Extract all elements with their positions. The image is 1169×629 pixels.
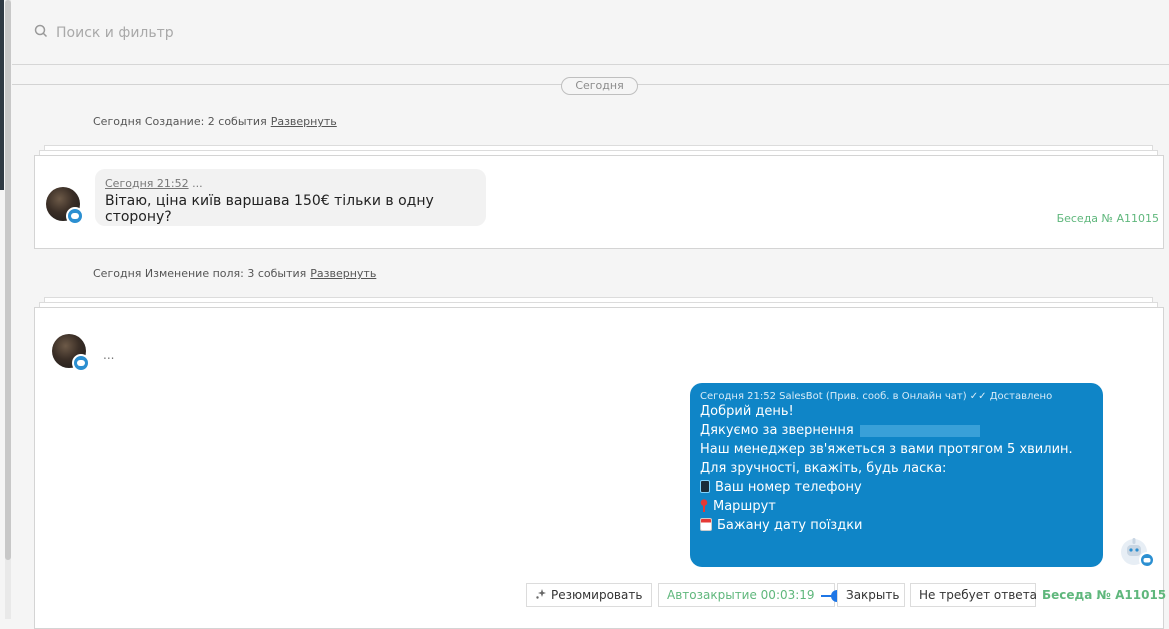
conversation-link[interactable]: Беседа № A11015 bbox=[1057, 212, 1159, 225]
bot-line: Для зручності, вкажіть, будь ласка: bbox=[700, 461, 947, 476]
event-group-text: Сегодня Создание: 2 события bbox=[93, 115, 267, 128]
bot-line-text: Ваш номер телефону bbox=[715, 480, 862, 495]
app-sidebar-edge bbox=[0, 0, 4, 190]
pin-icon bbox=[700, 499, 708, 512]
bot-line: Добрий день! bbox=[700, 404, 794, 419]
message-meta: Сегодня 21:52 ... bbox=[105, 177, 474, 190]
bot-line-text: Маршрут bbox=[713, 499, 776, 514]
close-button[interactable]: Закрыть bbox=[837, 583, 905, 607]
event-group-note: Сегодня Изменение поля: 3 события Разверн… bbox=[93, 267, 376, 280]
conversation-link[interactable]: Беседа № A11015 bbox=[1042, 588, 1166, 602]
day-label: Сегодня bbox=[561, 77, 638, 95]
redacted-block bbox=[859, 424, 980, 437]
message-time[interactable]: Сегодня 21:52 bbox=[105, 177, 189, 190]
bot-line: Наш менеджер зв'яжеться з вами протягом … bbox=[700, 442, 1073, 457]
message-card: Сегодня 21:52 ... Вітаю, ціна київ варша… bbox=[34, 155, 1164, 249]
bot-avatar-icon bbox=[1121, 538, 1155, 568]
bot-message: Сегодня 21:52 SalesBot (Прив. сооб. в Он… bbox=[690, 383, 1103, 567]
autoclose-label: Автозакрытие 00:03:19 bbox=[667, 588, 815, 602]
avatar[interactable] bbox=[46, 187, 84, 225]
search-input[interactable] bbox=[54, 20, 558, 46]
expand-link[interactable]: Развернуть bbox=[310, 267, 376, 280]
scrollbar-thumb[interactable] bbox=[5, 0, 11, 560]
message-author: ... bbox=[192, 177, 203, 190]
chat-badge-icon bbox=[72, 354, 90, 372]
message-author: ... bbox=[103, 348, 115, 362]
chat-badge-icon bbox=[66, 207, 84, 225]
summarize-button[interactable]: Резюмировать bbox=[526, 583, 652, 607]
search-icon bbox=[34, 24, 48, 38]
message-text: Вітаю, ціна київ варшава 150€ тільки в о… bbox=[105, 193, 434, 225]
no-reply-button[interactable]: Не требует ответа bbox=[910, 583, 1037, 607]
summarize-label: Резюмировать bbox=[551, 588, 643, 602]
expand-link[interactable]: Развернуть bbox=[271, 115, 337, 128]
incoming-message: Сегодня 21:52 ... Вітаю, ціна київ варша… bbox=[95, 169, 486, 226]
bot-line-phone: Ваш номер телефону bbox=[700, 479, 1093, 497]
bot-line-text: Бажану дату поїздки bbox=[717, 518, 863, 533]
event-group-note: Сегодня Создание: 2 события Развернуть bbox=[93, 115, 337, 128]
autoclose-toggle[interactable]: Автозакрытие 00:03:19 bbox=[658, 583, 843, 607]
phone-icon bbox=[700, 480, 710, 493]
bot-line-route: Маршрут bbox=[700, 498, 1093, 516]
sparkle-icon bbox=[536, 589, 546, 599]
bot-message-meta: Сегодня 21:52 SalesBot (Прив. сооб. в Он… bbox=[700, 391, 1053, 402]
calendar-icon bbox=[700, 518, 712, 531]
bot-line-date: Бажану дату поїздки bbox=[700, 517, 1093, 535]
feed-scrollbar[interactable] bbox=[5, 0, 11, 619]
avatar[interactable] bbox=[52, 334, 90, 372]
bot-line-text: Дякуємо за звернення bbox=[700, 423, 854, 438]
event-group-text: Сегодня Изменение поля: 3 события bbox=[93, 267, 307, 280]
bot-line-thanks: Дякуємо за звернення bbox=[700, 422, 1093, 440]
search-bar bbox=[12, 0, 1169, 65]
